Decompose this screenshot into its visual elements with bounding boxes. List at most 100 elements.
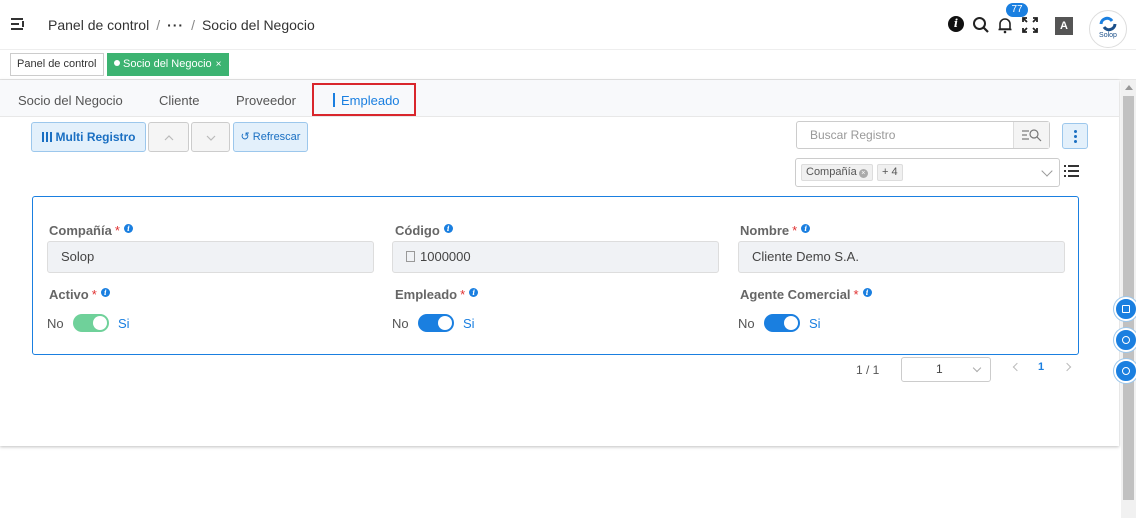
empleado-toggle-row: No Si [392, 314, 512, 334]
field-label-text: Compañía [49, 223, 112, 238]
info-icon[interactable]: i [948, 16, 964, 32]
open-tab-label: Panel de control [17, 58, 97, 70]
toggle-knob [93, 316, 107, 330]
open-tabs-bar: Panel de control Socio del Negocio × [0, 50, 1136, 80]
refresh-button[interactable]: ↺ Refrescar [233, 122, 308, 152]
required-marker: * [792, 223, 798, 238]
info-icon[interactable]: i [862, 288, 872, 297]
activo-toggle[interactable] [73, 314, 109, 332]
menu-collapse-icon[interactable] [11, 16, 27, 32]
document-icon [406, 251, 415, 262]
next-record-button[interactable] [191, 122, 230, 152]
notification-badge: 77 [1006, 3, 1028, 17]
zoom-in-icon [1122, 367, 1130, 375]
compania-label: Compañía * i [49, 223, 133, 238]
remove-chip-icon[interactable]: × [858, 169, 868, 178]
refresh-label: ↺ Refrescar [240, 131, 301, 143]
search-list-icon [1022, 129, 1042, 142]
breadcrumb-root[interactable]: Panel de control [48, 17, 149, 33]
scroll-up-icon[interactable] [1125, 85, 1133, 90]
page-size-value: 1 [936, 362, 943, 376]
info-icon[interactable]: i [801, 224, 811, 233]
attachment-button[interactable] [1114, 328, 1136, 352]
fullscreen-icon[interactable] [1021, 16, 1039, 34]
solop-logo-icon [1099, 16, 1117, 32]
breadcrumb-ellipsis[interactable]: ··· [167, 17, 184, 33]
paperclip-icon [1122, 336, 1130, 344]
avatar-text: Solop [1099, 32, 1117, 39]
chevron-up-icon [164, 135, 173, 141]
search-input[interactable] [797, 122, 1013, 148]
open-tab-panel-de-control[interactable]: Panel de control [10, 53, 104, 76]
avatar[interactable]: Solop [1089, 10, 1127, 48]
toggle-off-label: No [47, 316, 64, 331]
breadcrumb-separator: / [191, 17, 195, 33]
compania-value: Solop [61, 249, 95, 264]
field-label-text: Nombre [740, 223, 790, 238]
info-icon[interactable]: i [100, 288, 110, 297]
search-icon[interactable] [972, 16, 990, 34]
top-header: Panel de control / ··· / Socio del Negocio i… [0, 0, 1136, 50]
activo-toggle-row: No Si [47, 314, 167, 334]
field-label-text: Empleado [395, 287, 458, 302]
search-filter-button[interactable] [1013, 122, 1049, 148]
required-marker: * [853, 287, 859, 302]
highlight-box [312, 83, 416, 116]
search-record-field[interactable] [796, 121, 1050, 149]
kebab-dot [1074, 140, 1077, 143]
next-page-icon[interactable] [1062, 362, 1072, 372]
codigo-value: 1000000 [420, 249, 471, 264]
translate-icon[interactable]: A [1055, 17, 1073, 35]
empleado-toggle[interactable] [418, 314, 454, 332]
info-icon[interactable]: i [123, 224, 133, 233]
grid-icon [41, 132, 52, 142]
more-options-button[interactable] [1062, 123, 1088, 149]
agente-comercial-label: Agente Comercial * i [740, 287, 872, 302]
page-size-select[interactable]: 1 [901, 357, 991, 382]
agente-comercial-toggle[interactable] [764, 314, 800, 332]
pagination-count: 1 / 1 [856, 363, 880, 377]
codigo-label: Código i [395, 223, 453, 238]
close-icon[interactable]: × [216, 59, 222, 70]
codigo-field[interactable]: 1000000 [392, 241, 719, 273]
required-marker: * [460, 287, 466, 302]
field-label-text: Código [395, 223, 440, 238]
info-icon[interactable]: i [443, 224, 453, 233]
page-number[interactable]: 1 [1038, 361, 1044, 373]
active-dot-icon [114, 60, 120, 66]
required-marker: * [114, 223, 120, 238]
multi-record-button[interactable]: Multi Registro [31, 122, 146, 152]
tab-proveedor[interactable]: Proveedor [236, 93, 296, 108]
nombre-field[interactable]: Cliente Demo S.A. [738, 241, 1065, 273]
compania-field[interactable]: Solop [47, 241, 374, 273]
activo-label: Activo * i [49, 287, 110, 302]
zoom-button[interactable] [1114, 359, 1136, 383]
bell-icon[interactable] [996, 16, 1014, 34]
previous-record-button[interactable] [148, 122, 189, 152]
breadcrumb: Panel de control / ··· / Socio del Negocio [48, 17, 315, 33]
toggle-on-label: Si [118, 316, 130, 331]
chevron-down-icon [1041, 165, 1053, 177]
nombre-label: Nombre * i [740, 223, 811, 238]
column-list-icon[interactable] [1064, 164, 1079, 178]
open-tab-label: Socio del Negocio [123, 58, 212, 70]
tab-cliente[interactable]: Cliente [159, 93, 199, 108]
empleado-label: Empleado * i [395, 287, 479, 302]
field-label-text: Activo [49, 287, 89, 302]
filter-fields-select[interactable]: Compañía × + 4 [795, 158, 1060, 187]
toggle-on-label: Si [463, 316, 475, 331]
prev-page-icon[interactable] [1012, 362, 1022, 372]
breadcrumb-current: Socio del Negocio [201, 17, 315, 33]
kebab-dot [1074, 135, 1077, 138]
filter-chip-more[interactable]: + 4 [877, 164, 903, 181]
tab-socio-del-negocio[interactable]: Socio del Negocio [18, 93, 123, 108]
required-marker: * [91, 287, 97, 302]
list-detail-icon [1122, 305, 1130, 313]
toggle-off-label: No [738, 316, 755, 331]
record-info-button[interactable] [1114, 297, 1136, 321]
info-icon[interactable]: i [469, 288, 479, 297]
filter-chip-compania[interactable]: Compañía × [801, 164, 873, 181]
open-tab-socio-del-negocio[interactable]: Socio del Negocio × [107, 53, 229, 76]
toggle-off-label: No [392, 316, 409, 331]
toggle-knob [438, 316, 452, 330]
